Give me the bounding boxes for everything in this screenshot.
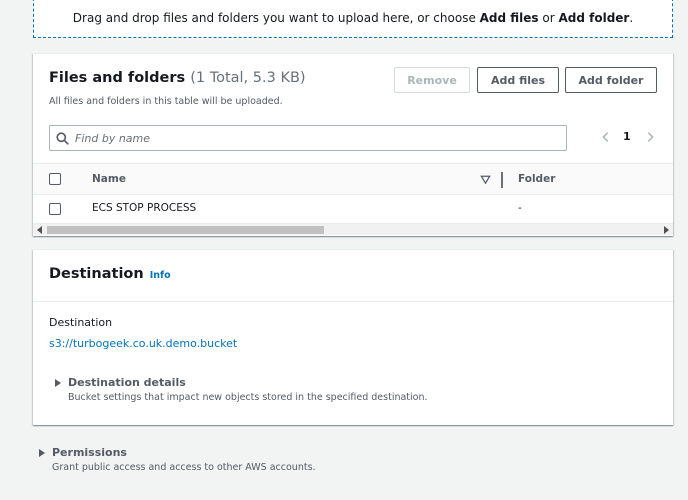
permissions-title[interactable]: Permissions — [52, 446, 316, 459]
destination-details-expander[interactable]: Destination details Bucket settings that… — [53, 376, 428, 403]
add-files-button[interactable]: Add files — [477, 67, 559, 93]
row-checkbox[interactable] — [49, 203, 61, 215]
previous-page-icon[interactable] — [599, 130, 613, 144]
files-panel-title: Files and folders (1 Total, 5.3 KB) — [49, 70, 306, 86]
sort-down-icon[interactable] — [480, 174, 491, 185]
remove-button[interactable]: Remove — [394, 67, 470, 93]
row-name-cell: ECS STOP PROCESS — [92, 202, 197, 214]
current-page-number[interactable]: 1 — [623, 130, 631, 143]
caret-right-icon — [55, 379, 61, 387]
destination-field-label: Destination — [49, 316, 113, 329]
table-row: ECS STOP PROCESS - — [33, 195, 673, 223]
scroll-right-icon[interactable] — [662, 226, 670, 234]
info-link[interactable]: Info — [150, 270, 171, 281]
column-header-name[interactable]: Name — [92, 173, 126, 185]
search-input[interactable] — [75, 131, 555, 145]
column-header-folder[interactable]: Folder — [518, 173, 555, 185]
dropzone-text: Drag and drop files and folders you want… — [72, 10, 634, 25]
horizontal-scrollbar[interactable] — [33, 223, 673, 235]
destination-details-title[interactable]: Destination details — [68, 376, 428, 389]
scrollbar-thumb[interactable] — [47, 226, 324, 234]
destination-bucket-link[interactable]: s3://turbogeek.co.uk.demo.bucket — [49, 337, 237, 350]
destination-title: Destination Info — [49, 266, 171, 282]
files-and-folders-panel: Files and folders (1 Total, 5.3 KB) All … — [33, 53, 673, 236]
row-folder-cell: - — [518, 202, 522, 214]
next-page-icon[interactable] — [643, 130, 657, 144]
column-resize-handle[interactable] — [501, 172, 503, 188]
permissions-expander[interactable]: Permissions Grant public access and acce… — [37, 446, 316, 473]
caret-right-icon — [39, 449, 45, 457]
add-folder-button[interactable]: Add folder — [565, 67, 657, 93]
files-panel-description: All files and folders in this table will… — [49, 96, 283, 107]
destination-details-description: Bucket settings that impact new objects … — [68, 392, 428, 403]
search-icon — [56, 131, 69, 145]
table-header: Name Folder — [33, 163, 673, 195]
select-all-checkbox[interactable] — [49, 173, 61, 185]
upload-dropzone[interactable]: Drag and drop files and folders you want… — [33, 0, 673, 38]
scroll-left-icon[interactable] — [36, 226, 44, 234]
destination-panel: Destination Info Destination s3://turboge… — [33, 249, 673, 425]
files-count: (1 Total, 5.3 KB) — [190, 70, 306, 86]
permissions-description: Grant public access and access to other … — [52, 462, 316, 473]
search-field[interactable] — [49, 125, 567, 151]
destination-header: Destination Info — [33, 250, 673, 302]
